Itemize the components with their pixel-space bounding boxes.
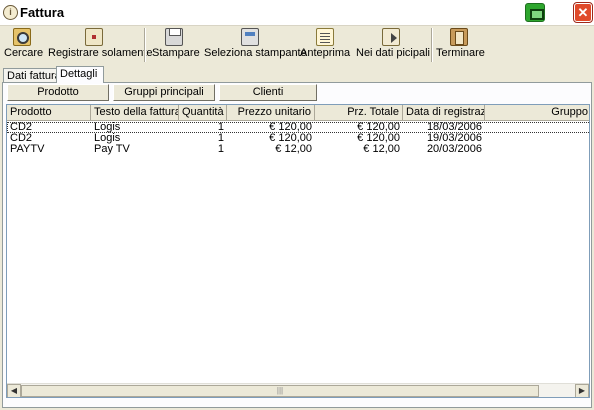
details-icon [382, 28, 400, 46]
toolbar-separator [431, 28, 433, 62]
search-icon [13, 28, 31, 46]
scroll-thumb[interactable]: ||| [21, 385, 539, 397]
cell-quantity: 1 [217, 144, 224, 155]
register-only-label: Registrare solamente [48, 47, 153, 59]
cell-group [485, 144, 589, 155]
column-header-unit-price[interactable]: Prezzo unitario [227, 105, 315, 120]
toolbar-separator [144, 28, 146, 62]
exit-button[interactable]: Terminare [436, 27, 485, 65]
column-header-invoice-text[interactable]: Testo della fattura [91, 105, 179, 120]
select-printer-button[interactable]: Seleziona stampante [204, 27, 307, 65]
main-data-label: Nei dati picipali [356, 47, 430, 59]
printer-green-icon[interactable] [525, 3, 545, 22]
cell-quantity: 1 [217, 133, 224, 144]
table-header: Prodotto Testo della fattura Quantità Pr… [7, 105, 589, 121]
printer-icon [165, 28, 183, 46]
cell-total-price: € 120,00 [357, 133, 400, 144]
cell-quantity: 1 [217, 122, 224, 133]
cell-group [485, 122, 589, 133]
search-button[interactable]: Cercare [4, 27, 44, 65]
cell-invoice-text: Logis [94, 133, 121, 144]
tab-invoice-data[interactable]: Dati fattura [3, 68, 61, 83]
invoice-lines-table[interactable]: Prodotto Testo della fattura Quantità Pr… [6, 104, 590, 398]
table-row[interactable]: CD2 Logis 1 € 120,00 € 120,00 19/03/2006 [7, 133, 589, 144]
main-data-button[interactable]: Nei dati picipali [356, 27, 430, 65]
cell-invoice-text: Pay TV [94, 144, 130, 155]
cell-product: PAYTV [10, 144, 45, 155]
info-icon[interactable]: i [3, 5, 18, 20]
exit-button-label: Terminare [436, 47, 485, 59]
print-button-label: Stampare [152, 47, 200, 59]
horizontal-scrollbar[interactable]: ◀ ||| ▶ [7, 383, 589, 397]
cell-product: CD2 [10, 133, 33, 144]
table-row[interactable]: CD2 Logis 1 € 120,00 € 120,00 18/03/2006 [7, 122, 589, 133]
details-panel: Prodotto Gruppi principali Clienti Prodo… [2, 82, 592, 408]
cell-unit-price: € 12,00 [275, 144, 312, 155]
title-bar: i Fattura ✕ [0, 0, 594, 26]
close-button[interactable]: ✕ [573, 2, 593, 23]
cell-unit-price: € 120,00 [269, 133, 312, 144]
cell-total-price: € 12,00 [363, 144, 400, 155]
register-only-button[interactable]: Registrare solamente [48, 27, 153, 65]
cell-group [485, 133, 589, 144]
preview-icon [316, 28, 334, 46]
register-icon [85, 28, 103, 46]
column-header-registration-date[interactable]: Data di registraz... [403, 105, 485, 120]
printer-select-icon [241, 28, 259, 46]
tab-details[interactable]: Dettagli [56, 66, 104, 83]
column-header-quantity[interactable]: Quantità [179, 105, 227, 120]
scroll-right-icon[interactable]: ▶ [575, 384, 589, 397]
cell-invoice-text: Logis [94, 122, 121, 133]
toolbar: Cercare Registrare solamente Stampare Se… [0, 26, 594, 66]
main-groups-button[interactable]: Gruppi principali [113, 84, 215, 101]
table-row[interactable]: PAYTV Pay TV 1 € 12,00 € 12,00 20/03/200… [7, 144, 589, 155]
clients-button[interactable]: Clienti [219, 84, 317, 101]
exit-icon [450, 28, 468, 46]
column-header-group[interactable]: Gruppo [485, 105, 589, 120]
cell-unit-price: € 120,00 [269, 122, 312, 133]
scroll-left-icon[interactable]: ◀ [7, 384, 21, 397]
cell-product: CD2 [10, 122, 33, 133]
preview-button[interactable]: Anteprima [300, 27, 350, 65]
cell-registration-date: 19/03/2006 [426, 133, 482, 144]
cell-registration-date: 18/03/2006 [426, 122, 482, 133]
preview-button-label: Anteprima [300, 47, 351, 59]
cell-registration-date: 20/03/2006 [426, 144, 482, 155]
print-button[interactable]: Stampare [152, 27, 200, 65]
window-title: Fattura [20, 5, 65, 20]
cell-total-price: € 120,00 [357, 122, 400, 133]
search-button-label: Cercare [4, 47, 44, 59]
column-header-product[interactable]: Prodotto [7, 105, 91, 120]
product-button[interactable]: Prodotto [7, 84, 109, 101]
column-header-total-price[interactable]: Prz. Totale [315, 105, 403, 120]
select-printer-label: Seleziona stampante [204, 47, 307, 59]
